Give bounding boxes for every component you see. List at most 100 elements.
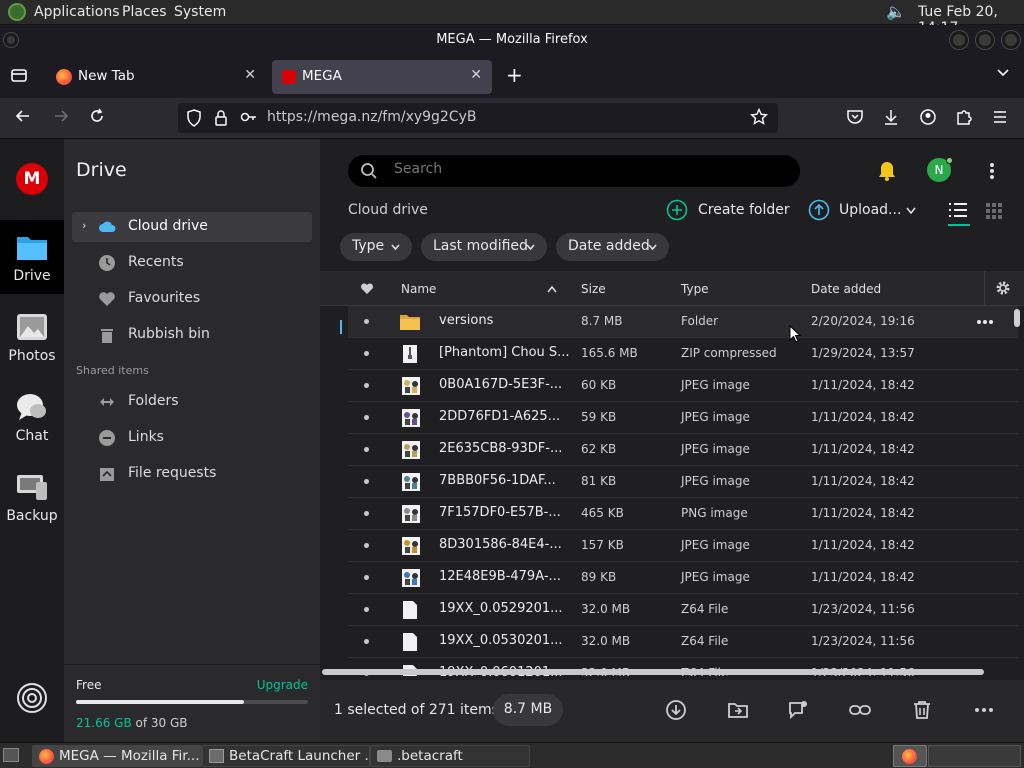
favourite-dot-icon[interactable] — [364, 511, 369, 516]
favourite-dot-icon[interactable] — [364, 415, 369, 420]
applications-menu[interactable]: Applications — [34, 4, 120, 20]
last-modified-filter-chip[interactable]: Last modified — [421, 233, 547, 261]
url-text[interactable]: https://mega.nz/fm/xy9g2CyB — [267, 109, 477, 125]
bookmark-star-icon[interactable] — [749, 107, 769, 131]
favourite-dot-icon[interactable] — [364, 479, 369, 484]
back-icon[interactable] — [14, 107, 32, 130]
transfer-manager-icon[interactable] — [16, 682, 48, 714]
download-circle-icon[interactable] — [664, 698, 688, 722]
sort-ascending-icon[interactable] — [547, 286, 557, 293]
maximize-icon[interactable] — [976, 31, 994, 49]
workspace-2[interactable] — [928, 745, 1021, 767]
table-row[interactable]: 2E635CB8-93DF-... 62 KB JPEG image 1/11/202… — [348, 434, 1018, 466]
vertical-scrollbar-thumb[interactable] — [1014, 309, 1020, 327]
favourite-dot-icon[interactable] — [364, 575, 369, 580]
search-input[interactable] — [394, 161, 774, 177]
search-box[interactable] — [348, 155, 800, 187]
more-vertical-icon[interactable] — [988, 161, 996, 181]
column-size[interactable]: Size — [581, 282, 606, 296]
delete-trash-icon[interactable] — [910, 698, 934, 722]
favourite-dot-icon[interactable] — [364, 447, 369, 452]
favourite-dot-icon[interactable] — [364, 607, 369, 612]
distro-logo-icon[interactable] — [8, 3, 26, 21]
notification-bell-icon[interactable] — [876, 160, 898, 182]
table-row[interactable]: 7F157DF0-E57B-... 465 KB PNG image 1/11/202… — [348, 498, 1018, 530]
row-more-actions-icon[interactable] — [976, 319, 994, 325]
reload-icon[interactable] — [88, 107, 106, 130]
favourite-dot-icon[interactable] — [364, 543, 369, 548]
url-bar[interactable]: https://mega.nz/fm/xy9g2CyB — [178, 103, 778, 133]
column-type[interactable]: Type — [681, 282, 709, 296]
table-row[interactable]: [Phantom] Chou S... 165.6 MB ZIP compresse… — [348, 338, 1018, 370]
send-to-chat-icon[interactable] — [786, 698, 810, 722]
expand-chevron-icon[interactable]: › — [82, 219, 86, 232]
table-row[interactable]: 19XX_0.0529201... 32.0 MB Z64 File 1/23/202… — [348, 594, 1018, 626]
sidebar-item-cloud-drive[interactable]: › Cloud drive — [72, 212, 312, 242]
tracking-shield-icon[interactable] — [186, 109, 202, 132]
taskbar-betacraft[interactable]: BetaCraft Launcher ... — [202, 745, 370, 767]
system-menu[interactable]: System — [174, 4, 226, 20]
favourite-dot-icon[interactable] — [364, 351, 369, 356]
rail-backup[interactable]: Backup — [0, 460, 64, 534]
favourite-column-heart-icon[interactable] — [360, 283, 374, 295]
move-to-folder-icon[interactable] — [726, 698, 750, 722]
list-view-icon[interactable] — [948, 202, 968, 220]
account-icon[interactable] — [919, 108, 937, 131]
key-permissions-icon[interactable] — [240, 109, 258, 130]
table-row[interactable]: 8D301586-84E4-... 157 KB JPEG image 1/11/20… — [348, 530, 1018, 562]
tab-mega[interactable]: MEGA ✕ — [272, 60, 492, 94]
sidebar-item-file-requests[interactable]: File requests — [72, 459, 312, 489]
downloads-icon[interactable] — [882, 108, 900, 131]
upload-button[interactable]: Upload... — [808, 199, 918, 223]
show-desktop-icon[interactable] — [3, 748, 19, 762]
window-titlebar[interactable]: MEGA — Mozilla Firefox — [0, 25, 1024, 56]
date-added-filter-chip[interactable]: Date added — [556, 233, 669, 261]
places-menu[interactable]: Places — [122, 4, 167, 20]
favourite-dot-icon[interactable] — [364, 383, 369, 388]
table-row[interactable]: 2DD76FD1-A625... 59 KB JPEG image 1/11/2024… — [348, 402, 1018, 434]
upgrade-link[interactable]: Upgrade — [257, 678, 308, 692]
rail-drive[interactable]: Drive — [0, 220, 64, 294]
tab-overview-icon[interactable] — [10, 66, 28, 88]
sidebar-item-links[interactable]: Links — [72, 423, 312, 453]
workspace-switcher[interactable] — [893, 745, 927, 767]
sidebar-item-recents[interactable]: Recents — [72, 248, 312, 278]
horizontal-scrollbar-thumb[interactable] — [322, 669, 984, 675]
new-tab-plus-icon[interactable]: + — [506, 63, 523, 87]
forward-icon[interactable] — [52, 107, 70, 130]
close-tab-icon[interactable]: ✕ — [470, 67, 482, 83]
grid-view-icon[interactable] — [986, 203, 1002, 219]
breadcrumb[interactable]: Cloud drive — [348, 202, 428, 218]
favourite-dot-icon[interactable] — [364, 639, 369, 644]
tab-new-tab[interactable]: New Tab ✕ — [44, 60, 266, 94]
type-filter-chip[interactable]: Type — [340, 233, 412, 261]
table-row[interactable]: 19XX_0.0530201... 32.0 MB Z64 File 1/23/202… — [348, 626, 1018, 658]
taskbar-firefox[interactable]: MEGA — Mozilla Fir... — [32, 745, 202, 767]
sidebar-item-folders[interactable]: Folders — [72, 387, 312, 417]
list-all-tabs-chevron-icon[interactable] — [996, 66, 1010, 84]
table-row[interactable]: 0B0A167D-5E3F-... 60 KB JPEG image 1/11/202… — [348, 370, 1018, 402]
column-settings-gear-icon[interactable] — [995, 280, 1011, 296]
table-row[interactable]: 12E48E9B-479A-... 89 KB JPEG image 1/11/202… — [348, 562, 1018, 594]
favourite-dot-icon[interactable] — [364, 319, 369, 324]
more-actions-icon[interactable] — [972, 698, 996, 722]
table-row[interactable]: versions 8.7 MB Folder 2/20/2024, 19:16 — [348, 306, 1018, 338]
extensions-icon[interactable] — [955, 108, 973, 131]
taskbar-folder[interactable]: .betacraft — [370, 745, 530, 767]
column-name[interactable]: Name — [401, 282, 436, 296]
close-tab-icon[interactable]: ✕ — [244, 67, 256, 83]
volume-icon[interactable]: 🔈 — [886, 2, 906, 21]
mega-logo-icon[interactable]: M — [16, 163, 48, 195]
rail-chat[interactable]: Chat — [0, 380, 64, 454]
pocket-icon[interactable] — [846, 108, 864, 131]
sidebar-item-favourites[interactable]: Favourites — [72, 284, 312, 314]
rail-photos[interactable]: Photos — [0, 300, 64, 374]
hamburger-menu-icon[interactable] — [991, 108, 1009, 131]
lock-icon[interactable] — [214, 109, 228, 132]
share-link-icon[interactable] — [848, 698, 872, 722]
close-window-icon[interactable] — [1002, 31, 1020, 49]
table-row[interactable]: 7BBB0F56-1DAF... 81 KB JPEG image 1/11/2024… — [348, 466, 1018, 498]
column-date-added[interactable]: Date added — [811, 282, 881, 296]
sidebar-item-rubbish-bin[interactable]: Rubbish bin — [72, 320, 312, 350]
minimize-icon[interactable] — [950, 31, 968, 49]
